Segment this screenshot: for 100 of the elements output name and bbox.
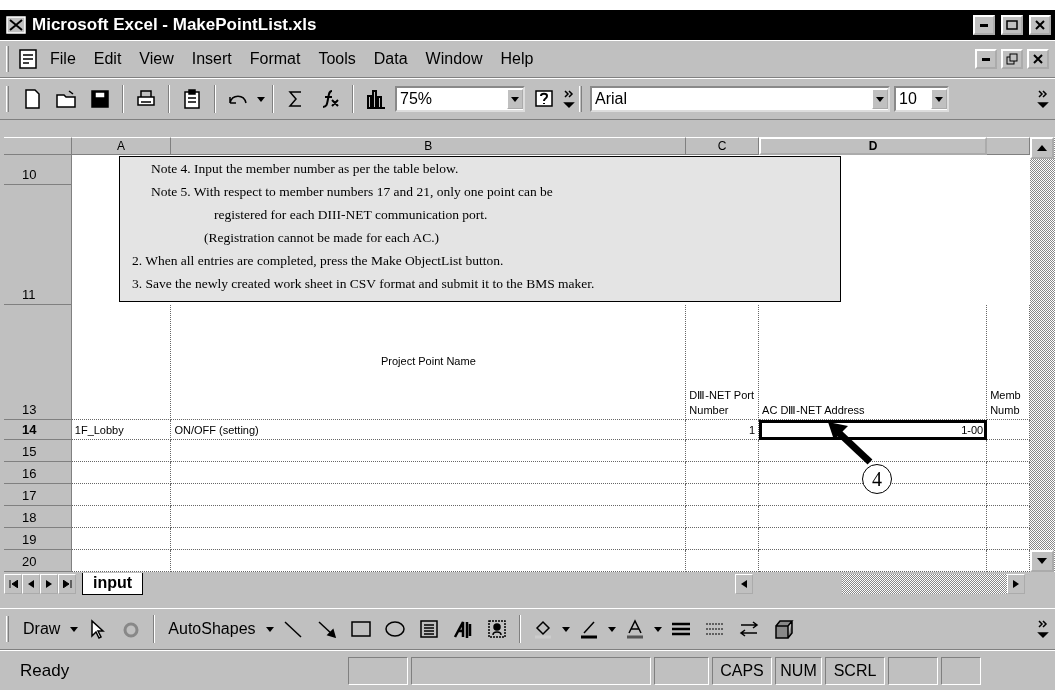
column-header[interactable]: D <box>759 137 988 155</box>
caret-icon <box>935 96 943 102</box>
status-panel <box>654 656 709 685</box>
note-text: Note 5. With respect to member numbers 17 and 21, only one point can be <box>150 183 554 201</box>
row-header[interactable]: 11 <box>4 185 72 305</box>
note-text: 2. When all entries are completed, press the Make ObjectList button. <box>131 252 505 270</box>
close-button[interactable] <box>1029 15 1051 35</box>
select-all-corner[interactable] <box>4 137 72 155</box>
text-box-icon <box>417 618 440 640</box>
next-sheet-button[interactable] <box>40 573 58 594</box>
close-button[interactable] <box>1027 49 1049 69</box>
menu-item[interactable]: Data <box>366 48 415 70</box>
close-icon <box>1035 20 1045 30</box>
undo-arrow-icon <box>228 93 248 105</box>
row-header[interactable]: 17 <box>4 484 72 506</box>
menu-item[interactable]: Format <box>242 48 308 70</box>
table-cell: 1F_Lobby <box>71 420 172 440</box>
note-text: (Registration cannot be made for each AC.) <box>203 229 441 247</box>
left-triangle-icon <box>28 579 34 588</box>
scroll-up-button[interactable] <box>1030 137 1054 159</box>
status-indicator: CAPS <box>712 656 772 685</box>
row-header[interactable]: 16 <box>4 462 72 484</box>
question-icon <box>533 88 555 110</box>
table-cell: Project Point Name <box>171 305 687 420</box>
menu-item[interactable]: File <box>43 48 83 70</box>
close-icon <box>1033 54 1043 64</box>
more-icon <box>1037 88 1049 110</box>
document-icon <box>17 48 39 70</box>
menu-item[interactable]: Window <box>418 48 490 70</box>
window-title: Microsoft Excel - MakePointList.xls <box>32 15 318 35</box>
caret-icon <box>561 626 570 632</box>
horizontal-scrollbar[interactable] <box>735 573 1025 594</box>
double-arrow-icon <box>737 618 760 640</box>
sheet-tab[interactable]: input <box>82 572 144 595</box>
row-header[interactable]: 20 <box>4 550 72 572</box>
row-header[interactable]: 18 <box>4 506 72 528</box>
minimize-button[interactable] <box>973 15 995 35</box>
right-triangle-icon <box>1013 579 1019 588</box>
maximize-button[interactable] <box>1001 15 1023 35</box>
note-text: registered for each DIII-NET communication port. <box>213 206 489 224</box>
minimize-icon <box>980 23 988 27</box>
status-indicator: SCRL <box>825 656 885 685</box>
status-text: Ready <box>20 660 71 681</box>
bar-chart-icon <box>365 88 387 110</box>
rectangle-icon <box>349 618 372 640</box>
column-header[interactable]: B <box>171 137 687 155</box>
down-triangle-icon <box>1037 558 1047 564</box>
menu-item[interactable]: Tools <box>311 48 363 70</box>
oval-icon <box>383 618 406 640</box>
restore-icon <box>1006 53 1018 65</box>
menu-item[interactable]: Edit <box>86 48 129 70</box>
row-header[interactable]: 15 <box>4 440 72 462</box>
row-header[interactable]: 14 <box>4 420 72 440</box>
scroll-down-button[interactable] <box>1030 550 1054 572</box>
column-header[interactable]: A <box>71 137 172 155</box>
vertical-scrollbar[interactable] <box>1030 137 1055 572</box>
more-icon <box>563 88 575 110</box>
caret-icon <box>70 626 79 632</box>
scroll-left-button[interactable] <box>735 573 753 594</box>
status-panel <box>888 656 938 685</box>
restore-button[interactable] <box>1001 49 1023 69</box>
column-header[interactable]: C <box>686 137 760 155</box>
zoom-dropdown[interactable]: 75% <box>395 86 525 112</box>
caret-icon <box>607 626 616 632</box>
table-cell: ON/OFF (setting) <box>171 420 687 440</box>
first-icon <box>8 579 18 588</box>
autoshapes-menu-button[interactable]: AutoShapes <box>162 618 262 640</box>
caret-icon <box>511 96 519 102</box>
table-cell: 1 <box>686 420 760 440</box>
picture-icon <box>485 618 508 640</box>
caret-icon <box>257 96 265 102</box>
left-triangle-icon <box>741 579 747 588</box>
column-header[interactable] <box>987 137 1030 155</box>
caret-icon <box>876 96 884 102</box>
menu-item[interactable]: Insert <box>184 48 239 70</box>
font-dropdown[interactable]: Arial <box>590 86 890 112</box>
maximize-icon <box>1006 20 1018 30</box>
scroll-right-button[interactable] <box>1007 573 1025 594</box>
folder-icon <box>55 88 77 110</box>
first-sheet-button[interactable] <box>4 573 22 594</box>
previous-sheet-button[interactable] <box>22 573 40 594</box>
status-panel <box>348 656 408 685</box>
minimize-button[interactable] <box>975 49 997 69</box>
clipboard-icon <box>181 88 203 110</box>
menu-item[interactable]: Help <box>493 48 541 70</box>
draw-menu-button[interactable]: Draw <box>17 618 67 640</box>
menu-item[interactable]: View <box>132 48 181 70</box>
note-text: Note 4. Input the member number as per the table below. <box>150 160 460 178</box>
row-header[interactable]: 19 <box>4 528 72 550</box>
caret-icon <box>265 626 274 632</box>
minimize-icon <box>982 57 990 61</box>
font-size-dropdown[interactable]: 10 <box>894 86 949 112</box>
more-icon <box>1037 618 1049 640</box>
row-header[interactable]: 10 <box>4 155 72 185</box>
callout-number: 4 <box>862 464 892 494</box>
right-triangle-icon <box>46 579 52 588</box>
row-header[interactable]: 13 <box>4 305 72 420</box>
last-sheet-button[interactable] <box>58 573 76 594</box>
note-text: 3. Save the newly created work sheet in CSV format and submit it to the BMS maker. <box>131 275 596 293</box>
table-cell: DⅢ-NET Port Number <box>686 305 760 420</box>
